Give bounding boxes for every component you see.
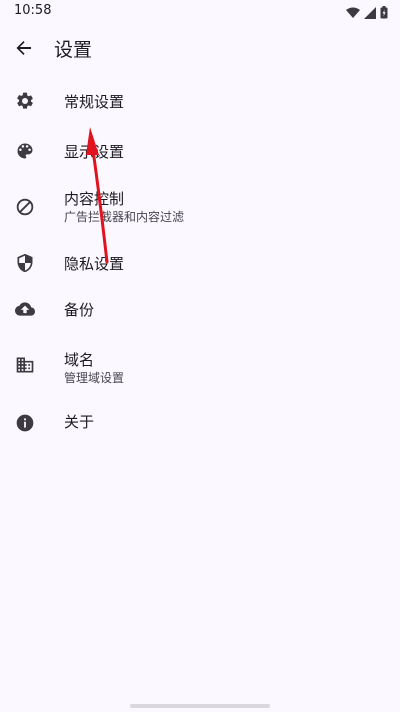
settings-item-sublabel: 管理域设置 <box>64 371 125 385</box>
cloud-upload-icon <box>14 298 36 320</box>
page-title: 设置 <box>54 39 93 61</box>
shield-icon <box>14 252 36 274</box>
info-icon <box>14 412 36 434</box>
settings-item-label: 隐私设置 <box>64 255 125 273</box>
settings-item-label: 显示设置 <box>64 143 125 161</box>
gear-icon <box>14 90 36 112</box>
settings-item-display[interactable]: 显示设置 <box>0 128 400 176</box>
settings-item-label: 域名 <box>64 351 95 369</box>
signal-icon <box>364 4 376 23</box>
arrow-back-icon <box>15 39 33 61</box>
battery-icon <box>380 4 388 23</box>
status-bar: 10:58 <box>0 0 400 24</box>
navigation-bar <box>0 698 400 712</box>
settings-item-general[interactable]: 常规设置 <box>0 76 400 128</box>
settings-item-privacy[interactable]: 隐私设置 <box>0 238 400 286</box>
app-bar: 设置 <box>0 24 400 76</box>
domain-icon <box>14 354 36 376</box>
home-gesture-handle[interactable] <box>130 704 270 708</box>
settings-item-backup[interactable]: 备份 <box>0 286 400 334</box>
settings-item-sublabel: 广告拦截器和内容过滤 <box>64 210 185 224</box>
back-button[interactable] <box>10 36 38 64</box>
settings-item-label: 关于 <box>64 413 95 431</box>
settings-item-label: 常规设置 <box>64 93 125 111</box>
status-time: 10:58 <box>14 3 52 18</box>
settings-list: 常规设置 显示设置 内容控制 广告拦截器和内容过滤 隐私设置 备份 域名 管理域… <box>0 76 400 446</box>
wifi-icon <box>346 4 360 23</box>
settings-item-label: 内容控制 <box>64 190 125 208</box>
status-icons <box>346 4 388 23</box>
palette-icon <box>14 140 36 162</box>
settings-item-about[interactable]: 关于 <box>0 398 400 446</box>
settings-item-content-control[interactable]: 内容控制 广告拦截器和内容过滤 <box>0 176 400 238</box>
settings-item-label: 备份 <box>64 301 95 319</box>
block-icon <box>14 196 36 218</box>
settings-item-domains[interactable]: 域名 管理域设置 <box>0 334 400 398</box>
